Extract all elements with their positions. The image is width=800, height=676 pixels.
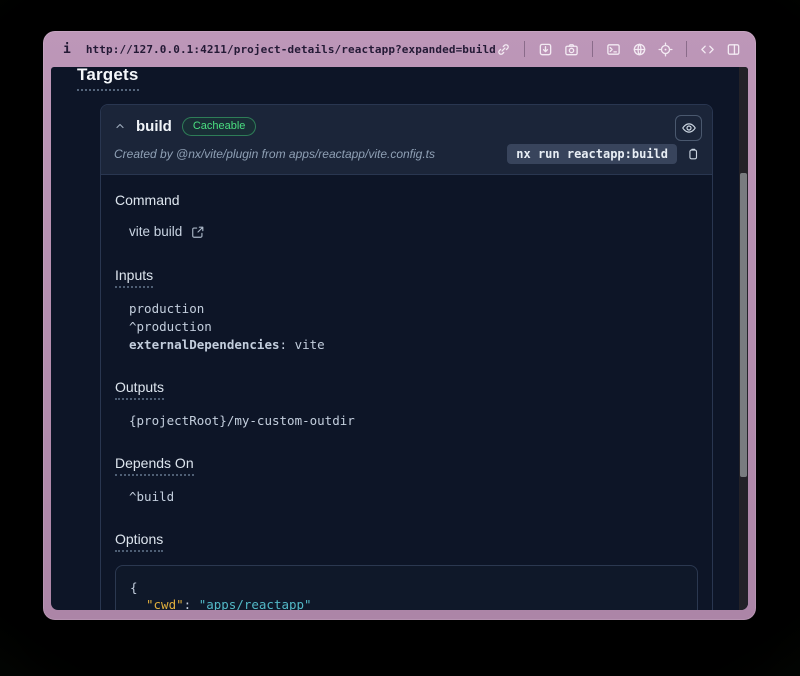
output-item: {projectRoot}/my-custom-outdir bbox=[129, 412, 698, 430]
inputs-section: Inputs production ^production externalDe… bbox=[115, 267, 698, 354]
depends-on-item: ^build bbox=[129, 488, 698, 506]
scrollbar-track[interactable] bbox=[739, 67, 748, 610]
chevron-up-icon[interactable] bbox=[114, 120, 126, 132]
inputs-label: Inputs bbox=[115, 267, 153, 288]
address-url[interactable]: http://127.0.0.1:4211/project-details/re… bbox=[86, 43, 496, 56]
cacheable-badge: Cacheable bbox=[182, 117, 257, 136]
browser-window: i http://127.0.0.1:4211/project-details/… bbox=[43, 31, 756, 620]
input-item: externalDependencies: vite bbox=[129, 336, 698, 354]
globe-icon[interactable] bbox=[632, 42, 647, 57]
outputs-list: {projectRoot}/my-custom-outdir bbox=[129, 412, 698, 430]
split-panel-icon[interactable] bbox=[726, 42, 741, 57]
json-key: "cwd" bbox=[146, 597, 184, 610]
download-icon[interactable] bbox=[538, 42, 553, 57]
command-label: Command bbox=[115, 192, 180, 208]
link-icon[interactable] bbox=[496, 42, 511, 57]
input-value: : vite bbox=[280, 337, 325, 352]
options-section: Options { "cwd": "apps/reactapp" } bbox=[115, 531, 698, 610]
depends-on-section: Depends On ^build bbox=[115, 455, 698, 506]
outputs-label: Outputs bbox=[115, 379, 164, 400]
json-line: "cwd": "apps/reactapp" bbox=[130, 596, 683, 610]
build-card-header[interactable]: build Cacheable Created by @nx/vite/plug… bbox=[101, 105, 712, 175]
depends-on-label: Depends On bbox=[115, 455, 194, 476]
build-header-row: build Cacheable bbox=[114, 114, 700, 138]
input-item: ^production bbox=[129, 318, 698, 336]
copy-icon[interactable] bbox=[686, 147, 700, 161]
project-details-content: Targets build Cacheable Created by @nx/v… bbox=[51, 67, 739, 610]
toolbar-divider bbox=[524, 41, 525, 57]
json-separator: : bbox=[184, 597, 199, 610]
command-value-row: vite build bbox=[129, 221, 211, 242]
toolbar-divider bbox=[592, 41, 593, 57]
command-section: Command vite build bbox=[115, 192, 698, 242]
desktop-background: i http://127.0.0.1:4211/project-details/… bbox=[0, 0, 800, 676]
view-target-button[interactable] bbox=[675, 115, 702, 141]
command-value: vite build bbox=[129, 224, 182, 239]
external-link-icon[interactable] bbox=[191, 225, 205, 239]
terminal-icon[interactable] bbox=[606, 42, 621, 57]
json-line: { bbox=[130, 579, 683, 596]
code-icon[interactable] bbox=[700, 42, 715, 57]
options-json-block: { "cwd": "apps/reactapp" } bbox=[115, 565, 698, 610]
camera-icon[interactable] bbox=[564, 42, 579, 57]
page-viewport: Targets build Cacheable Created by @nx/v… bbox=[51, 67, 748, 610]
scrollbar-thumb[interactable] bbox=[740, 173, 747, 477]
toolbar-divider bbox=[686, 41, 687, 57]
inputs-list: production ^production externalDependenc… bbox=[129, 300, 698, 354]
outputs-section: Outputs {projectRoot}/my-custom-outdir bbox=[115, 379, 698, 430]
target-icon[interactable] bbox=[658, 42, 673, 57]
page-title: Targets bbox=[77, 67, 139, 91]
depends-on-list: ^build bbox=[129, 488, 698, 506]
run-command-chip: nx run reactapp:build bbox=[507, 144, 677, 164]
build-card-body: Command vite build Inputs production ^pr… bbox=[101, 175, 712, 610]
input-item: production bbox=[129, 300, 698, 318]
target-card-build: build Cacheable Created by @nx/vite/plug… bbox=[100, 104, 713, 610]
created-by-text: Created by @nx/vite/plugin from apps/rea… bbox=[114, 147, 435, 161]
input-key: externalDependencies bbox=[129, 337, 280, 352]
options-label: Options bbox=[115, 531, 163, 552]
browser-titlebar: i http://127.0.0.1:4211/project-details/… bbox=[43, 31, 756, 67]
target-name: build bbox=[136, 118, 172, 135]
info-icon: i bbox=[63, 42, 71, 57]
titlebar-toolbar bbox=[496, 41, 741, 57]
json-value: "apps/reactapp" bbox=[199, 597, 312, 610]
build-subheader-row: Created by @nx/vite/plugin from apps/rea… bbox=[114, 143, 700, 165]
